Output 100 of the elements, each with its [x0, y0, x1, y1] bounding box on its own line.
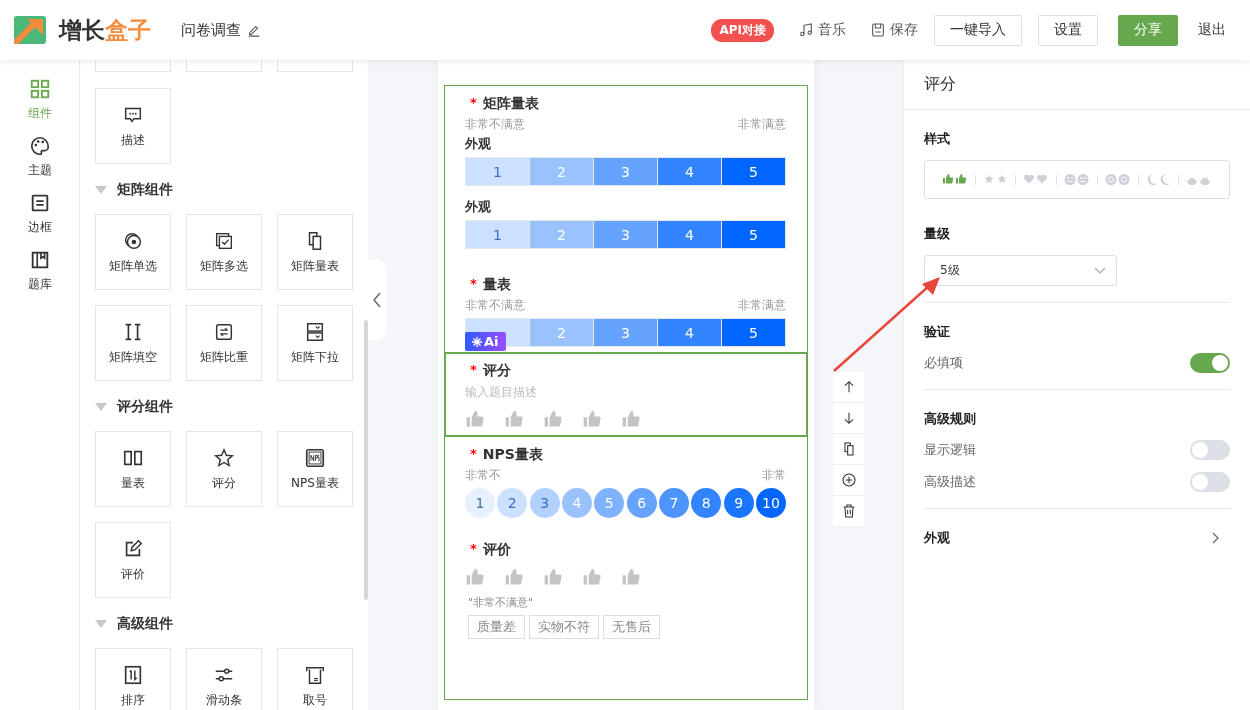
nps-option[interactable]: 10	[756, 488, 786, 518]
thumb-icon	[504, 409, 524, 429]
header-button[interactable]: 分享	[1118, 14, 1178, 46]
thumb-icon	[465, 567, 485, 587]
toggle-switch[interactable]	[1190, 353, 1230, 373]
component-tile[interactable]: 矩阵单选	[95, 214, 171, 290]
row-label: 外观	[465, 198, 492, 216]
nps-option[interactable]: 7	[659, 488, 689, 518]
question-block[interactable]: * 矩阵量表 非常不满意 非常满意 外观 1 2 3 4 5 外观 1 2 3 4 5	[445, 86, 807, 267]
panel-title: 评分	[904, 60, 1250, 110]
grid-icon	[28, 78, 51, 100]
group-title: 矩阵组件	[117, 181, 173, 199]
thumb-icon	[621, 409, 641, 429]
toggle-switch[interactable]	[1190, 472, 1230, 492]
collapse-triangle-icon[interactable]	[95, 403, 107, 411]
scale-option[interactable]: 1	[466, 221, 529, 248]
component-tile[interactable]: 矩阵量表	[277, 214, 353, 290]
collapse-triangle-icon[interactable]	[95, 620, 107, 628]
component-tile[interactable]: 矩阵多选	[186, 214, 262, 290]
toggle-switch[interactable]	[1190, 440, 1230, 460]
scale-option[interactable]: 5	[722, 319, 785, 346]
review-tag[interactable]: 无售后	[603, 615, 660, 639]
component-tile[interactable]: 量表	[95, 431, 171, 507]
scale-option[interactable]: 4	[658, 221, 721, 248]
component-tile[interactable]: 矩阵填空	[95, 305, 171, 381]
required-asterisk: *	[470, 95, 477, 110]
group-title: 高级组件	[117, 615, 173, 633]
question-block[interactable]: * NPS量表 非常不 非常 1 2 3 4 5 6 7 8 9 10	[445, 436, 807, 532]
thumb-icon	[582, 567, 602, 587]
music-button[interactable]: 音乐	[798, 21, 846, 39]
scale-option[interactable]: 1	[466, 158, 529, 185]
low-label: 非常不满意	[465, 297, 525, 314]
component-tile[interactable]	[186, 60, 262, 72]
nps-option[interactable]: 9	[723, 488, 754, 518]
component-tile[interactable]	[277, 60, 353, 72]
save-button[interactable]: 保存	[870, 21, 918, 39]
thumb-icon	[543, 409, 563, 429]
required-asterisk: *	[470, 446, 477, 461]
component-tile[interactable]: 矩阵下拉	[277, 305, 353, 381]
low-label: 非常不满意	[465, 116, 525, 133]
component-tile[interactable]: 取号	[277, 648, 353, 710]
question-block[interactable]: * 评分 输入题目描述	[445, 352, 807, 437]
scale-option[interactable]: 5	[722, 221, 785, 248]
scrollbar[interactable]	[364, 320, 368, 600]
component-tile[interactable]: 评价	[95, 522, 171, 598]
question-title: 矩阵量表	[482, 95, 539, 113]
header-button[interactable]: 一键导入	[934, 14, 1022, 46]
dropdown-icon	[304, 320, 326, 343]
edit-icon[interactable]	[247, 23, 261, 37]
rail-item[interactable]: 题库	[27, 249, 52, 293]
nps-option[interactable]: 8	[691, 488, 722, 518]
required-asterisk: *	[470, 362, 477, 377]
collapse-handle[interactable]	[368, 260, 386, 340]
question-block[interactable]: * 量表 非常不满意 非常满意 Ai 2 3 4 5	[445, 266, 807, 353]
rail-item[interactable]: 边框	[27, 192, 52, 236]
review-tag[interactable]: 实物不符	[529, 615, 599, 639]
component-tile[interactable]: 评分	[186, 431, 262, 507]
scale-option[interactable]: 4	[658, 319, 721, 346]
component-tile[interactable]: 矩阵比重	[186, 305, 262, 381]
ai-badge[interactable]: Ai	[465, 332, 506, 351]
document-title[interactable]: 问卷调查	[181, 20, 241, 40]
rail-item[interactable]: 主题	[27, 135, 52, 179]
scale-option[interactable]: 5	[722, 158, 785, 185]
rail-item[interactable]: 组件	[27, 78, 52, 122]
chevron-down-icon	[1094, 266, 1106, 275]
face-pair-icon	[1064, 173, 1090, 186]
star-icon	[213, 446, 235, 469]
nps-option[interactable]: 3	[529, 488, 560, 518]
scale-option[interactable]: 3	[594, 158, 657, 185]
component-tile[interactable]	[95, 60, 171, 72]
scale-option[interactable]: 3	[594, 319, 657, 346]
header-button[interactable]: 设置	[1038, 14, 1098, 46]
component-tile[interactable]: NPS量表	[277, 431, 353, 507]
question-title: 评价	[482, 541, 511, 559]
level-select[interactable]: 5级	[924, 255, 1117, 286]
review-tag[interactable]: 质量差	[468, 615, 525, 639]
heart-pair-icon	[1023, 173, 1050, 186]
row-label: 外观	[465, 135, 492, 153]
chevron-right-icon[interactable]	[1212, 532, 1220, 544]
group-title: 评分组件	[117, 398, 173, 416]
question-block[interactable]: * 评价 "非常不满意" 质量差 实物不符 无售后	[445, 531, 807, 645]
question-title: 量表	[482, 276, 511, 294]
high-label: 非常满意	[738, 297, 786, 314]
nps-option[interactable]: 6	[626, 488, 657, 518]
save-icon	[870, 22, 886, 38]
chevron-left-icon	[372, 292, 382, 308]
nps-option[interactable]: 2	[497, 488, 528, 518]
component-tile[interactable]: 排序	[95, 648, 171, 710]
scale-option[interactable]: 4	[658, 158, 721, 185]
collapse-triangle-icon[interactable]	[95, 186, 107, 194]
component-tile[interactable]: 描述	[95, 88, 171, 164]
scale-option[interactable]: 3	[594, 221, 657, 248]
star-pair-icon	[982, 173, 1009, 186]
high-label: 非常	[762, 467, 786, 484]
component-tile[interactable]: 滑动条	[186, 648, 262, 710]
high-label: 非常满意	[738, 116, 786, 133]
api-button[interactable]: API对接	[711, 18, 774, 42]
toggle-label: 显示逻辑	[924, 441, 976, 459]
nps-option[interactable]: 1	[465, 488, 495, 518]
section-label: 量级	[924, 225, 951, 243]
